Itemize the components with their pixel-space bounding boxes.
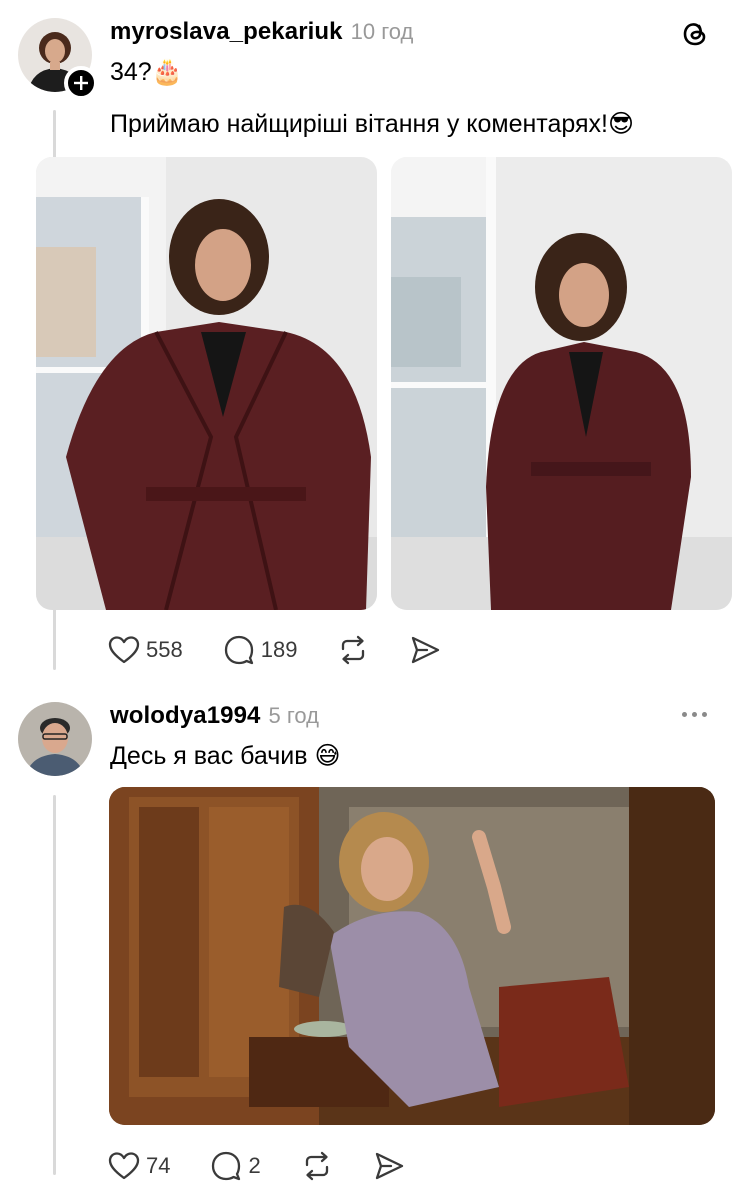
reply-like-count: 74	[146, 1153, 171, 1178]
more-dots-icon	[682, 712, 687, 717]
follow-button[interactable]	[64, 66, 98, 100]
like-button[interactable]: 558	[108, 635, 183, 665]
reply-button[interactable]: 189	[223, 634, 298, 666]
heart-icon	[108, 636, 140, 664]
comment-icon	[224, 635, 253, 665]
post-text-line-2: Приймаю найщиріші вітання у коментарях!😎	[110, 110, 635, 138]
post-photo-1[interactable]	[36, 157, 377, 610]
more-dot	[692, 712, 697, 717]
reply-thread-line	[53, 795, 56, 1175]
share-button[interactable]	[409, 634, 441, 666]
plus-icon	[74, 76, 88, 90]
post-actions: 558 189	[108, 634, 441, 666]
send-icon	[375, 1152, 403, 1180]
reply-photo[interactable]	[109, 787, 715, 1125]
like-count: 558	[146, 637, 183, 662]
repost-icon	[342, 635, 365, 665]
reply-like-button[interactable]: 74	[108, 1151, 170, 1181]
comment-icon	[212, 1151, 241, 1181]
reply-text: Десь я вас бачив 😅	[110, 742, 341, 770]
post-photo-2[interactable]	[391, 157, 732, 610]
repost-icon	[305, 1151, 328, 1181]
post-header: myroslava_pekariuk 10 год	[110, 18, 413, 46]
more-dot	[702, 712, 707, 717]
post-author-username[interactable]: myroslava_pekariuk	[110, 18, 343, 45]
post-timestamp: 10 год	[350, 19, 414, 44]
reply-reply-button[interactable]: 2	[210, 1150, 261, 1182]
reply-repost-button[interactable]	[301, 1150, 333, 1182]
reply-author-username[interactable]: wolodya1994	[110, 702, 261, 729]
heart-icon	[108, 1152, 140, 1180]
reply-timestamp: 5 год	[268, 703, 319, 728]
threads-logo-icon[interactable]	[680, 18, 710, 55]
reply-reply-count: 2	[248, 1153, 261, 1178]
reply-author-avatar[interactable]	[18, 702, 92, 776]
more-options-button[interactable]	[682, 712, 707, 717]
reply-actions: 74 2	[108, 1150, 405, 1182]
reply-share-button[interactable]	[373, 1150, 405, 1182]
reply-count: 189	[260, 637, 298, 662]
repost-button[interactable]	[337, 634, 369, 666]
send-icon	[412, 636, 440, 664]
post-text-line-1: 34?🎂	[110, 58, 183, 86]
reply-header: wolodya1994 5 год	[110, 702, 319, 730]
